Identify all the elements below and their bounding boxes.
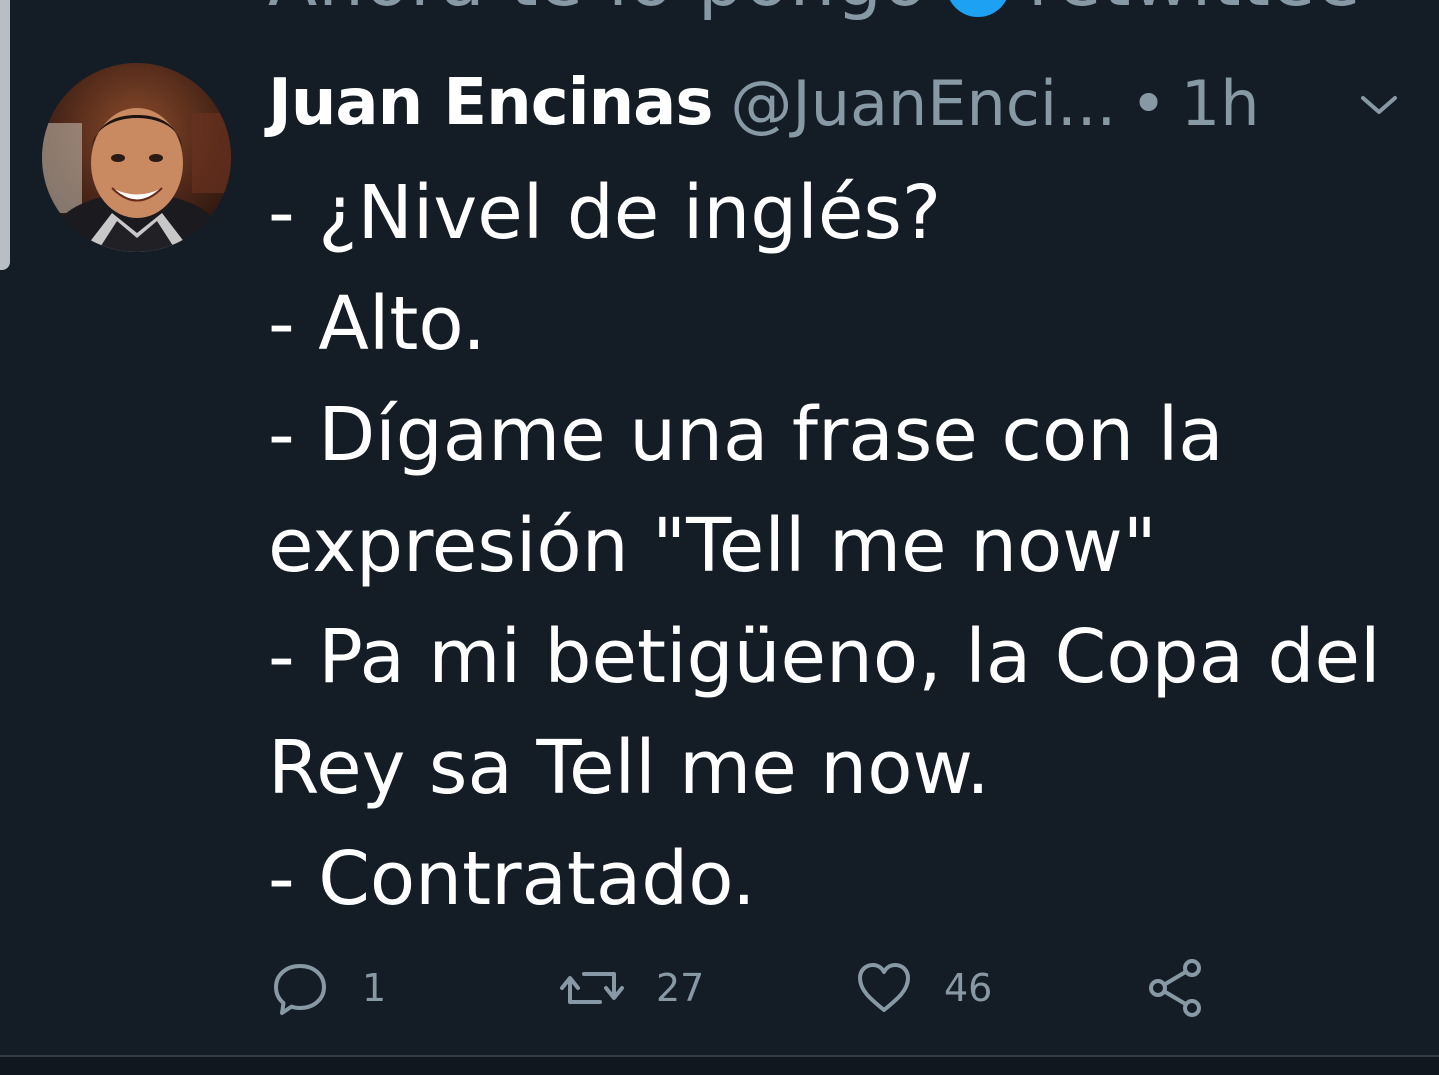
avatar-photo bbox=[42, 63, 231, 252]
tweet-body: - ¿Nivel de inglés? - Alto. - Dígame una… bbox=[268, 158, 1381, 935]
tweet-menu-chevron[interactable] bbox=[1357, 90, 1401, 120]
separator-dot: • bbox=[1130, 66, 1167, 140]
tweet-actions: 1 27 46 bbox=[270, 952, 1230, 1024]
reply-button[interactable]: 1 bbox=[270, 952, 386, 1024]
tweet-line: - Dígame una frase con la bbox=[268, 392, 1224, 478]
reply-count: 1 bbox=[362, 966, 387, 1010]
avatar[interactable] bbox=[42, 63, 231, 252]
retweet-icon bbox=[560, 972, 624, 1004]
tweet-line: Rey sa Tell me now. bbox=[268, 725, 990, 811]
share-icon bbox=[1149, 959, 1201, 1017]
tweet-line: expresión "Tell me now" bbox=[268, 503, 1157, 589]
scroll-edge bbox=[0, 0, 10, 270]
tweet-timestamp[interactable]: 1h bbox=[1181, 67, 1260, 140]
previous-tweet-clipped-text: Ahora te lo pongoretwittee bbox=[268, 0, 1362, 22]
author-handle[interactable]: @JuanEnci... bbox=[730, 67, 1116, 140]
chevron-down-icon bbox=[1361, 96, 1397, 114]
comment-bubble-icon bbox=[946, 0, 1011, 18]
tweet-line: - Contratado. bbox=[268, 836, 756, 922]
reply-icon bbox=[274, 964, 326, 1015]
retweet-count: 27 bbox=[656, 966, 705, 1010]
like-button[interactable]: 46 bbox=[856, 952, 992, 1024]
share-button[interactable] bbox=[1146, 952, 1206, 1024]
heart-icon bbox=[858, 963, 910, 1012]
tweet-header: Juan Encinas @JuanEnci... • 1h bbox=[268, 58, 1408, 148]
author-name[interactable]: Juan Encinas bbox=[268, 66, 713, 140]
tweet-line: - Alto. bbox=[268, 281, 486, 367]
next-tweet-edge bbox=[0, 1057, 1439, 1075]
retweet-button[interactable]: 27 bbox=[560, 952, 704, 1024]
tweet-line: - ¿Nivel de inglés? bbox=[268, 170, 942, 256]
tweet-line: - Pa mi betigüeno, la Copa del bbox=[268, 614, 1381, 700]
like-count: 46 bbox=[944, 966, 993, 1010]
